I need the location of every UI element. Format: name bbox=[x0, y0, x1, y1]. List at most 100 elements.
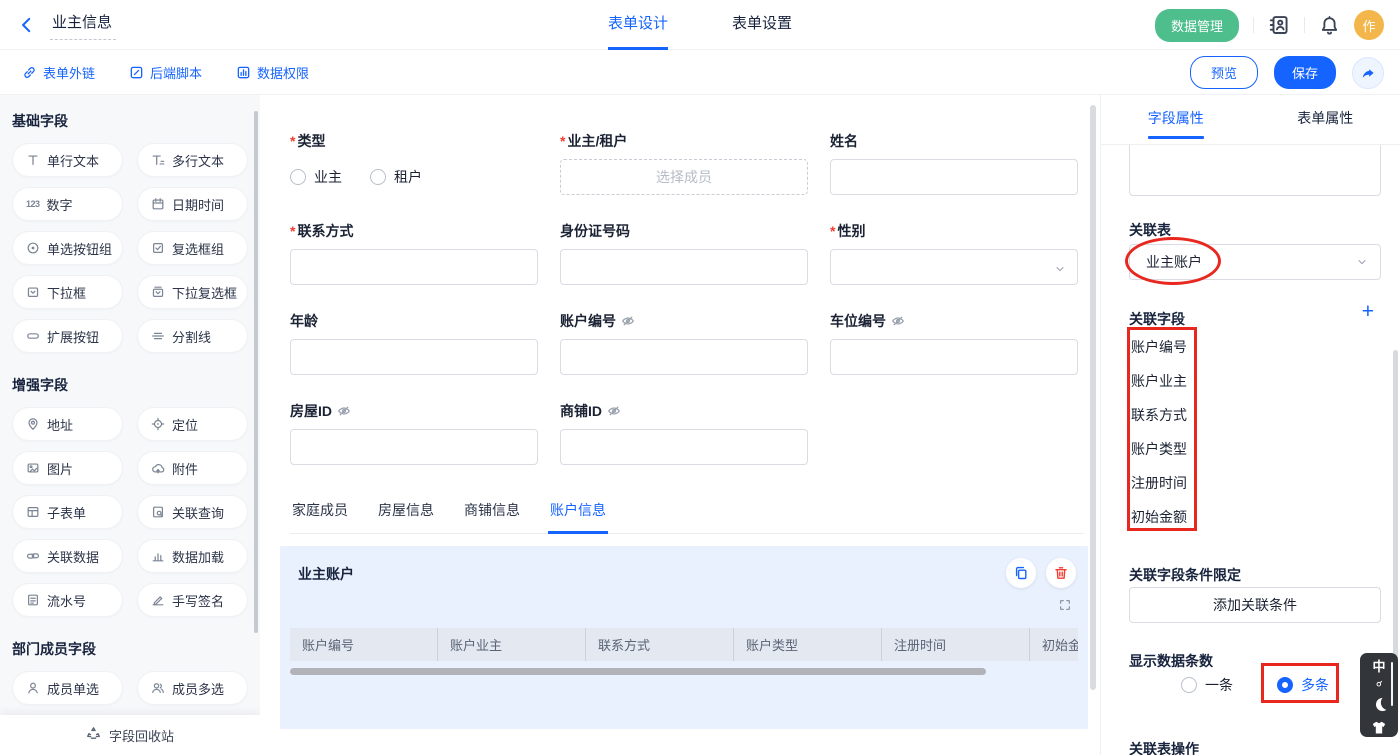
field-pill-multi-line-text[interactable]: 多行文本 bbox=[137, 143, 248, 177]
add-related-field-button[interactable]: + bbox=[1362, 301, 1374, 322]
back-button[interactable] bbox=[18, 16, 36, 34]
field-pill-image[interactable]: 图片 bbox=[12, 451, 123, 485]
field-owner-member[interactable]: 业主/租户 选择成员 bbox=[560, 131, 808, 195]
related-field-item[interactable]: 初始金额 bbox=[1131, 500, 1187, 534]
field-pill-address[interactable]: 地址 bbox=[12, 407, 123, 441]
house-id-input[interactable] bbox=[290, 429, 538, 465]
related-field-item[interactable]: 账户编号 bbox=[1131, 330, 1187, 364]
horizontal-scrollbar[interactable] bbox=[290, 668, 986, 675]
panel-scrollbar[interactable] bbox=[1393, 350, 1398, 680]
field-pill-multi-dropdown[interactable]: 下拉复选框 bbox=[137, 275, 248, 309]
tab-form-properties[interactable]: 表单属性 bbox=[1251, 95, 1400, 144]
contacts-icon[interactable] bbox=[1268, 14, 1290, 36]
avatar[interactable]: 作 bbox=[1354, 10, 1384, 40]
field-pill-dropdown[interactable]: 下拉框 bbox=[12, 275, 123, 309]
field-pill-serial-number[interactable]: 流水号 bbox=[12, 583, 123, 617]
field-name[interactable]: 姓名 bbox=[830, 131, 1078, 195]
related-field-item[interactable]: 账户类型 bbox=[1131, 432, 1187, 466]
pill-label: 下拉复选框 bbox=[172, 283, 237, 302]
field-parking-no[interactable]: 车位编号 bbox=[830, 311, 1078, 375]
sidebar-scrollbar[interactable] bbox=[254, 111, 258, 633]
preview-button[interactable]: 预览 bbox=[1190, 56, 1258, 89]
field-shop-id[interactable]: 商铺ID bbox=[560, 401, 808, 465]
copy-widget-button[interactable] bbox=[1006, 558, 1036, 588]
field-pill-extend-button[interactable]: 扩展按钮 bbox=[12, 319, 123, 353]
tab-house-info[interactable]: 房屋信息 bbox=[376, 491, 436, 533]
field-house-id[interactable]: 房屋ID bbox=[290, 401, 538, 465]
related-table-select[interactable]: 业主账户 bbox=[1129, 244, 1381, 280]
backend-script-link[interactable]: 后端脚本 bbox=[129, 63, 202, 82]
field-pill-attachment[interactable]: 附件 bbox=[137, 451, 248, 485]
field-gender[interactable]: 性别 bbox=[830, 221, 1078, 285]
field-pill-divider[interactable]: 分割线 bbox=[137, 319, 248, 353]
field-id-number[interactable]: 身份证号码 bbox=[560, 221, 808, 285]
field-pill-data-load[interactable]: 数据加载 bbox=[137, 539, 248, 573]
member-picker[interactable]: 选择成员 bbox=[560, 159, 808, 195]
page-title[interactable]: 业主信息 bbox=[50, 9, 116, 40]
form-row: 房屋ID 商铺ID bbox=[290, 401, 1084, 465]
field-contact[interactable]: 联系方式 bbox=[290, 221, 538, 285]
expand-button[interactable] bbox=[1058, 598, 1072, 617]
field-account-no[interactable]: 账户编号 bbox=[560, 311, 808, 375]
field-recycle-bin[interactable]: 字段回收站 bbox=[0, 715, 260, 755]
tshirt-icon[interactable] bbox=[1371, 720, 1387, 741]
related-field-item[interactable]: 账户业主 bbox=[1131, 364, 1187, 398]
tab-account-info[interactable]: 账户信息 bbox=[548, 491, 608, 534]
related-field-item[interactable]: 注册时间 bbox=[1131, 466, 1187, 500]
field-type[interactable]: 类型 业主 租户 bbox=[290, 131, 538, 195]
tab-form-properties-label: 表单属性 bbox=[1297, 110, 1353, 126]
field-pill-member-multi[interactable]: 成员多选 bbox=[137, 671, 248, 705]
related-field-item[interactable]: 联系方式 bbox=[1131, 398, 1187, 432]
id-number-input[interactable] bbox=[560, 249, 808, 285]
pill-label: 成员多选 bbox=[172, 679, 224, 698]
title-input-partial[interactable] bbox=[1129, 145, 1381, 196]
field-pill-radio-group[interactable]: 单选按钮组 bbox=[12, 231, 123, 265]
tab-form-design[interactable]: 表单设计 bbox=[608, 0, 668, 50]
moon-icon[interactable] bbox=[1371, 696, 1388, 718]
gender-select[interactable] bbox=[830, 249, 1078, 285]
data-permission-link[interactable]: 数据权限 bbox=[236, 63, 309, 82]
add-condition-button[interactable]: 添加关联条件 bbox=[1129, 587, 1381, 623]
language-toggle[interactable]: 中 bbox=[1372, 659, 1385, 674]
top-bar: 业主信息 表单设计 表单设置 数据管理 作 bbox=[0, 0, 1400, 50]
separator bbox=[1304, 17, 1305, 33]
name-input[interactable] bbox=[830, 159, 1078, 195]
field-pill-locate[interactable]: 定位 bbox=[137, 407, 248, 441]
save-button[interactable]: 保存 bbox=[1274, 56, 1336, 89]
age-input[interactable] bbox=[290, 339, 538, 375]
form-external-link[interactable]: 表单外链 bbox=[22, 63, 95, 82]
related-fields-label: 关联字段 bbox=[1129, 309, 1185, 329]
tab-form-settings[interactable]: 表单设置 bbox=[732, 0, 792, 50]
field-pill-signature[interactable]: 手写签名 bbox=[137, 583, 248, 617]
field-pill-subform[interactable]: 子表单 bbox=[12, 495, 123, 529]
field-pill-number[interactable]: 123数字 bbox=[12, 187, 123, 221]
field-age[interactable]: 年龄 bbox=[290, 311, 538, 375]
eye-hidden-icon bbox=[607, 404, 621, 418]
canvas-scrollbar[interactable] bbox=[1090, 105, 1096, 690]
share-button[interactable] bbox=[1352, 57, 1384, 89]
field-pill-single-line-text[interactable]: 单行文本 bbox=[12, 143, 123, 177]
field-pill-related-query[interactable]: 关联查询 bbox=[137, 495, 248, 529]
translate-plugin-widget[interactable]: 中 bbox=[1360, 653, 1398, 737]
pill-label: 图片 bbox=[47, 459, 73, 478]
delete-widget-button[interactable] bbox=[1046, 558, 1076, 588]
owner-account-subform-panel[interactable]: 业主账户 账户编号 账户业主 联系方式 账户类型 注册时间 初始金额 bbox=[280, 546, 1088, 729]
shop-id-input[interactable] bbox=[560, 429, 808, 465]
account-no-input[interactable] bbox=[560, 339, 808, 375]
tab-shop-info[interactable]: 商铺信息 bbox=[462, 491, 522, 533]
tab-field-properties[interactable]: 字段属性 bbox=[1101, 95, 1251, 144]
field-pill-checkbox-group[interactable]: 复选框组 bbox=[137, 231, 248, 265]
radio-owner[interactable]: 业主 bbox=[290, 167, 342, 187]
pill-label: 地址 bbox=[47, 415, 73, 434]
data-manage-button[interactable]: 数据管理 bbox=[1155, 9, 1239, 42]
radio-multiple-records[interactable]: 多条 bbox=[1277, 675, 1329, 695]
field-pill-datetime[interactable]: 日期时间 bbox=[137, 187, 248, 221]
radio-tenant[interactable]: 租户 bbox=[370, 167, 422, 187]
radio-single-record[interactable]: 一条 bbox=[1181, 675, 1233, 695]
bell-icon[interactable] bbox=[1319, 15, 1340, 36]
field-pill-member-single[interactable]: 成员单选 bbox=[12, 671, 123, 705]
field-pill-related-data[interactable]: 关联数据 bbox=[12, 539, 123, 573]
parking-no-input[interactable] bbox=[830, 339, 1078, 375]
contact-input[interactable] bbox=[290, 249, 538, 285]
tab-family-members[interactable]: 家庭成员 bbox=[290, 491, 350, 533]
